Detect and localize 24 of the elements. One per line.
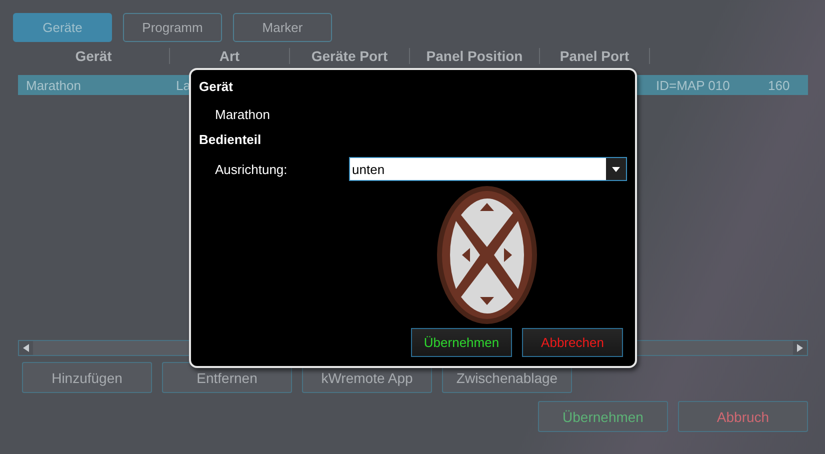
orientation-dropdown[interactable]: unten	[349, 157, 627, 181]
table-cell-text: 160	[767, 78, 790, 92]
field-label: Ausrichtung:	[215, 162, 288, 176]
column-header[interactable]: Panel Port	[540, 48, 650, 64]
action-button[interactable]: Hinzufügen	[22, 362, 152, 393]
column-header[interactable]: Art	[170, 48, 290, 64]
tab[interactable]: Geräte	[13, 13, 112, 42]
section-heading: Bedienteil	[199, 132, 262, 147]
column-header[interactable]: Geräte Port	[290, 48, 410, 64]
cancel-button[interactable]: Abbruch	[678, 401, 808, 432]
table-cell-text: Marathon	[25, 78, 81, 92]
section-heading: Gerät	[199, 79, 234, 94]
scroll-right-icon[interactable]	[793, 341, 807, 355]
column-header[interactable]: Gerät	[18, 48, 170, 64]
tab[interactable]: Marker	[233, 13, 332, 42]
table-cell-text: ID=MAP 010	[655, 78, 730, 92]
cancel-button[interactable]: Abbrechen	[522, 328, 623, 357]
scroll-left-icon[interactable]	[19, 341, 33, 355]
column-header[interactable]: Panel Position	[410, 48, 540, 64]
apply-button[interactable]: Übernehmen	[411, 328, 512, 357]
dropdown-caret-icon[interactable]	[612, 166, 620, 172]
tab[interactable]: Programm	[123, 13, 222, 42]
device-name: Marathon	[215, 107, 271, 122]
apply-button[interactable]: Übernehmen	[538, 401, 668, 432]
